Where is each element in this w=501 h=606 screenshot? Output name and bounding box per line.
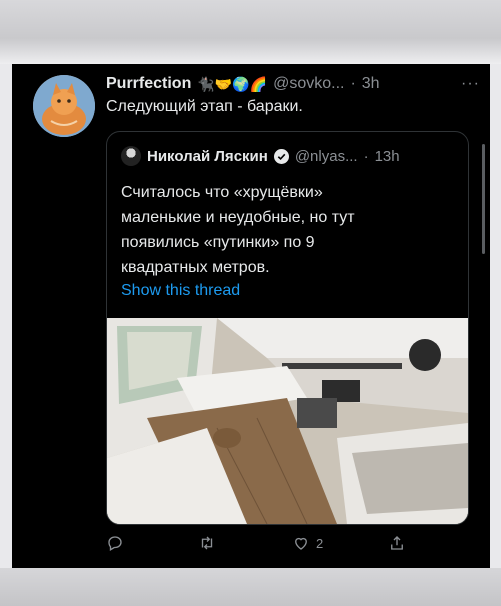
verified-badge-icon [273,148,289,164]
like-count: 2 [316,535,324,551]
quoted-tweet-time[interactable]: 13h [375,148,400,165]
tweet-header: Purrfection 🐈‍⬛🤝🌍🌈 @sovko... · 3h ··· [106,74,480,94]
like-button[interactable]: 2 [292,534,323,552]
share-icon [391,536,403,550]
blurred-bottom-area [0,568,501,606]
like-icon [295,537,307,550]
tweet-actions: 2 [106,534,426,556]
retweet-button[interactable] [198,534,222,552]
tweet-time[interactable]: 3h [362,75,380,93]
more-icon[interactable]: ··· [461,75,480,93]
show-thread-link[interactable]: Show this thread [121,282,240,300]
blurred-top-area [0,0,501,64]
quoted-tweet-text: Считалось что «хрущёвки» маленькие и неу… [121,184,355,276]
scrollbar[interactable] [482,144,485,254]
author-emojis: 🐈‍⬛🤝🌍🌈 [197,75,268,92]
tweet-card[interactable]: Purrfection 🐈‍⬛🤝🌍🌈 @sovko... · 3h ··· Сл… [12,64,490,568]
reply-button[interactable] [106,534,130,552]
separator-dot: · [363,147,369,165]
separator-dot: · [350,75,356,92]
author-avatar[interactable] [33,75,95,137]
quoted-author-avatar[interactable] [121,146,141,166]
reply-icon [108,536,122,551]
author-name[interactable]: Purrfection [106,75,191,93]
tweet-text: Следующий этап - бараки. [106,98,303,115]
share-button[interactable] [388,534,412,552]
author-handle[interactable]: @sovko... [273,75,344,93]
quoted-author-handle[interactable]: @nlyas... [295,148,358,165]
retweet-icon [201,536,213,550]
quoted-tweet[interactable]: Николай Ляскин @nlyas... · 13h Считалось… [106,131,469,525]
quoted-author-name[interactable]: Николай Ляскин [147,148,268,165]
room-photo[interactable] [107,318,468,524]
quoted-tweet-header: Николай Ляскин @nlyas... · 13h [121,146,458,166]
